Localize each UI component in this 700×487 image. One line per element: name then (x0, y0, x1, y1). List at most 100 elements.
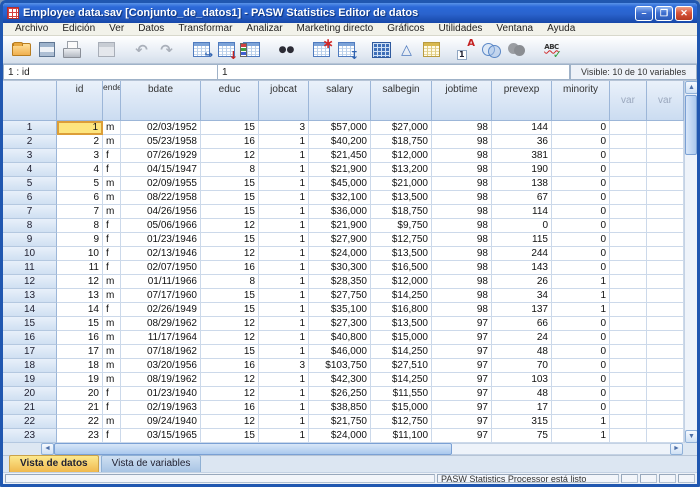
cell-3-prevexp[interactable]: 381 (492, 149, 552, 163)
goto-variable-icon[interactable] (214, 38, 239, 61)
cell-21-id[interactable]: 21 (57, 401, 103, 415)
cell-10-minority[interactable]: 0 (552, 247, 610, 261)
row-header-10[interactable]: 10 (3, 247, 57, 261)
cell-14-educ[interactable]: 15 (201, 303, 259, 317)
cell-3-gender[interactable]: f (103, 149, 121, 163)
cell-10-id[interactable]: 10 (57, 247, 103, 261)
cell-17-id[interactable]: 17 (57, 345, 103, 359)
cell-5-minority[interactable]: 0 (552, 177, 610, 191)
cell-19-var1[interactable] (610, 373, 647, 387)
cell-8-var2[interactable] (647, 219, 684, 233)
cell-22-id[interactable]: 22 (57, 415, 103, 429)
cell-23-id[interactable]: 23 (57, 429, 103, 443)
cell-22-var2[interactable] (647, 415, 684, 429)
cell-20-minority[interactable]: 0 (552, 387, 610, 401)
cell-7-id[interactable]: 7 (57, 205, 103, 219)
cell-22-gender[interactable]: m (103, 415, 121, 429)
cell-6-bdate[interactable]: 08/22/1958 (121, 191, 201, 205)
cell-4-minority[interactable]: 0 (552, 163, 610, 177)
cell-22-salary[interactable]: $21,750 (309, 415, 371, 429)
cell-12-id[interactable]: 12 (57, 275, 103, 289)
col-header-educ[interactable]: educ (201, 81, 259, 121)
cell-6-educ[interactable]: 15 (201, 191, 259, 205)
cell-6-var1[interactable] (610, 191, 647, 205)
cell-1-var2[interactable] (647, 121, 684, 135)
tab-vista-de-datos[interactable]: Vista de datos (9, 455, 99, 472)
cell-15-salbegin[interactable]: $13,500 (371, 317, 432, 331)
cell-8-salbegin[interactable]: $9,750 (371, 219, 432, 233)
cell-20-jobcat[interactable]: 1 (259, 387, 309, 401)
cell-13-var1[interactable] (610, 289, 647, 303)
cell-13-bdate[interactable]: 07/17/1960 (121, 289, 201, 303)
cell-13-salary[interactable]: $27,750 (309, 289, 371, 303)
cell-23-salbegin[interactable]: $11,100 (371, 429, 432, 443)
tab-vista-de-variables[interactable]: Vista de variables (101, 455, 202, 472)
menu-transformar[interactable]: Transformar (171, 23, 239, 35)
cell-12-prevexp[interactable]: 26 (492, 275, 552, 289)
cell-16-minority[interactable]: 0 (552, 331, 610, 345)
cell-21-var2[interactable] (647, 401, 684, 415)
cell-8-prevexp[interactable]: 0 (492, 219, 552, 233)
cell-17-var1[interactable] (610, 345, 647, 359)
cell-22-var1[interactable] (610, 415, 647, 429)
cell-18-jobtime[interactable]: 97 (432, 359, 492, 373)
cell-19-minority[interactable]: 0 (552, 373, 610, 387)
cell-18-jobcat[interactable]: 3 (259, 359, 309, 373)
cell-4-salbegin[interactable]: $13,200 (371, 163, 432, 177)
cell-20-var2[interactable] (647, 387, 684, 401)
vertical-scrollbar[interactable]: ▲ ▼ (684, 81, 697, 443)
row-header-4[interactable]: 4 (3, 163, 57, 177)
cell-14-var2[interactable] (647, 303, 684, 317)
vertical-scroll-thumb[interactable] (685, 95, 697, 155)
cell-7-minority[interactable]: 0 (552, 205, 610, 219)
col-header-minority[interactable]: minority (552, 81, 610, 121)
row-header-6[interactable]: 6 (3, 191, 57, 205)
cell-18-minority[interactable]: 0 (552, 359, 610, 373)
row-header-19[interactable]: 19 (3, 373, 57, 387)
cell-23-salary[interactable]: $24,000 (309, 429, 371, 443)
minimize-button[interactable]: – (635, 6, 653, 21)
cell-5-id[interactable]: 5 (57, 177, 103, 191)
recall-dialogs-icon[interactable] (94, 38, 119, 61)
cell-2-salary[interactable]: $40,200 (309, 135, 371, 149)
cell-18-gender[interactable]: m (103, 359, 121, 373)
scroll-left-icon[interactable]: ◄ (41, 443, 54, 455)
cell-6-jobtime[interactable]: 98 (432, 191, 492, 205)
cell-23-prevexp[interactable]: 75 (492, 429, 552, 443)
cell-10-bdate[interactable]: 02/13/1946 (121, 247, 201, 261)
cell-4-educ[interactable]: 8 (201, 163, 259, 177)
row-header-18[interactable]: 18 (3, 359, 57, 373)
cell-1-gender[interactable]: m (103, 121, 121, 135)
cell-6-minority[interactable]: 0 (552, 191, 610, 205)
cell-3-salbegin[interactable]: $12,000 (371, 149, 432, 163)
cell-10-salary[interactable]: $24,000 (309, 247, 371, 261)
cell-21-gender[interactable]: f (103, 401, 121, 415)
cell-1-minority[interactable]: 0 (552, 121, 610, 135)
row-header-15[interactable]: 15 (3, 317, 57, 331)
cell-17-prevexp[interactable]: 48 (492, 345, 552, 359)
cell-10-prevexp[interactable]: 244 (492, 247, 552, 261)
cell-19-bdate[interactable]: 08/19/1962 (121, 373, 201, 387)
cell-1-salbegin[interactable]: $27,000 (371, 121, 432, 135)
cell-14-bdate[interactable]: 02/26/1949 (121, 303, 201, 317)
col-header-var1[interactable]: var (610, 81, 647, 121)
cell-4-var2[interactable] (647, 163, 684, 177)
cell-5-salbegin[interactable]: $21,000 (371, 177, 432, 191)
undo-icon[interactable] (129, 38, 154, 61)
cell-2-jobtime[interactable]: 98 (432, 135, 492, 149)
cell-18-bdate[interactable]: 03/20/1956 (121, 359, 201, 373)
scroll-up-icon[interactable]: ▲ (685, 81, 698, 94)
cell-15-id[interactable]: 15 (57, 317, 103, 331)
cell-15-bdate[interactable]: 08/29/1962 (121, 317, 201, 331)
cell-3-jobcat[interactable]: 1 (259, 149, 309, 163)
cell-16-var2[interactable] (647, 331, 684, 345)
cell-13-jobtime[interactable]: 98 (432, 289, 492, 303)
cell-1-jobcat[interactable]: 3 (259, 121, 309, 135)
cell-2-jobcat[interactable]: 1 (259, 135, 309, 149)
cell-16-jobcat[interactable]: 1 (259, 331, 309, 345)
cell-1-educ[interactable]: 15 (201, 121, 259, 135)
row-header-17[interactable]: 17 (3, 345, 57, 359)
cell-19-salary[interactable]: $42,300 (309, 373, 371, 387)
cell-22-jobtime[interactable]: 97 (432, 415, 492, 429)
cell-11-id[interactable]: 11 (57, 261, 103, 275)
